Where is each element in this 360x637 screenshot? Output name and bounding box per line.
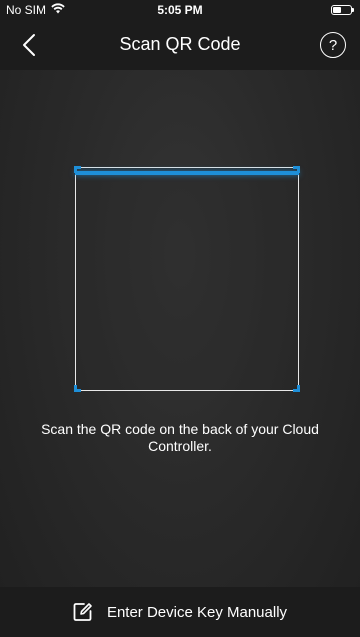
back-button[interactable] <box>12 28 46 62</box>
chevron-left-icon <box>23 34 35 56</box>
status-bar: No SIM 5:05 PM <box>0 0 360 20</box>
help-button[interactable]: ? <box>320 32 346 58</box>
viewfinder-corner-top-right <box>293 166 300 173</box>
scan-line <box>75 171 299 175</box>
scan-instruction: Scan the QR code on the back of your Clo… <box>41 421 319 454</box>
viewfinder-corner-bottom-right <box>293 385 300 392</box>
scan-qr-screen: No SIM 5:05 PM Scan QR Code ? Scan the Q… <box>0 0 360 637</box>
battery-icon <box>331 5 354 15</box>
battery-level <box>333 7 341 13</box>
viewfinder-corner-bottom-left <box>74 385 81 392</box>
status-time: 5:05 PM <box>157 3 203 17</box>
nav-bar: Scan QR Code ? <box>0 20 360 70</box>
viewfinder-corner-top-left <box>74 166 81 173</box>
manual-entry-label: Enter Device Key Manually <box>106 603 288 621</box>
scanner-viewfinder <box>74 166 300 392</box>
help-icon: ? <box>328 36 338 54</box>
enter-device-key-manually-button[interactable]: Enter Device Key Manually <box>0 587 360 637</box>
page-title: Scan QR Code <box>119 34 241 54</box>
edit-icon <box>73 603 92 621</box>
